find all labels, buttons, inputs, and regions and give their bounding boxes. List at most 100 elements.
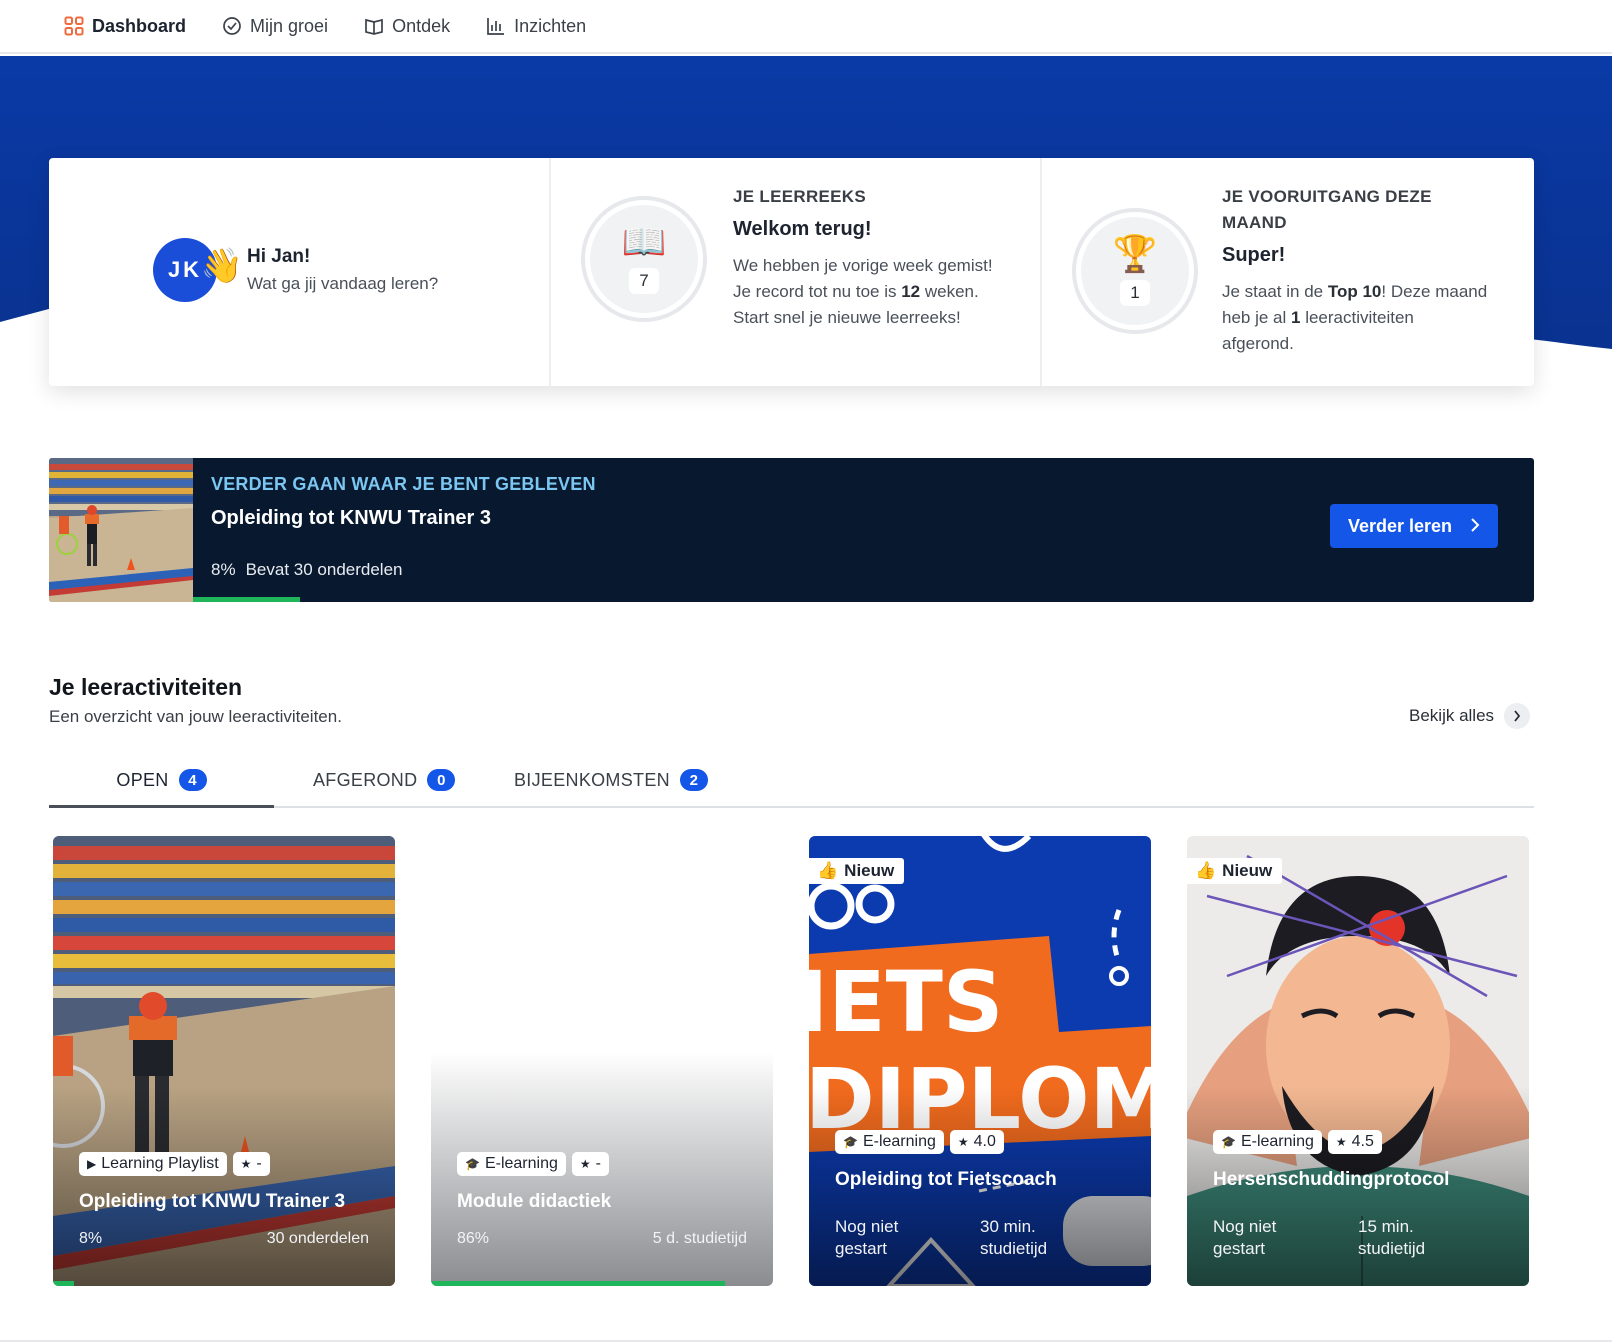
graduation-cap-icon: 🎓 (843, 1135, 858, 1149)
progress-rank: Top 10 (1327, 282, 1382, 301)
star-icon: ★ (957, 1135, 969, 1149)
streak-line: Je record tot nu toe is 12 weken. (733, 279, 1033, 305)
activity-cards: ▶ Learning Playlist ★ - Opleiding tot KNWU… (53, 836, 1529, 1286)
monthly-progress-panel: 🏆 1 JE VOORUITGANG DEZE MAAND Super! Je … (1040, 158, 1534, 386)
type-chip: 🎓 E-learning (1213, 1130, 1322, 1154)
rating-value: - (256, 1155, 262, 1172)
card-progress-percent: 8% (79, 1230, 103, 1247)
type-chip: 🎓 E-learning (835, 1130, 944, 1154)
tab-bijeenkomsten[interactable]: BIJEENKOMSTEN 2 (514, 764, 708, 808)
progress-ring: 🏆 1 (1072, 208, 1198, 334)
card-progress-bar (53, 1281, 74, 1286)
card-title: Opleiding tot Fietscoach (835, 1169, 1057, 1190)
grid-icon (64, 16, 84, 36)
card-progress-percent: 86% (457, 1230, 490, 1247)
rating-value: 4.0 (973, 1133, 996, 1150)
tab-count-badge: 2 (679, 769, 708, 791)
book-icon: 📖 (621, 221, 667, 262)
time-line: 30 min. (980, 1217, 1036, 1236)
book-icon (364, 16, 384, 36)
rating-chip: ★ 4.5 (1327, 1130, 1382, 1154)
card-meta: Nog niet gestart 30 min. studietijd (835, 1216, 1125, 1260)
continue-percent: 8% (211, 560, 236, 579)
continue-learning-banner[interactable]: VERDER GAAN WAAR JE BENT GEBLEVEN Opleid… (49, 458, 1534, 602)
card-status: Nog niet gestart (835, 1216, 980, 1260)
greeting-title: Hi Jan! (247, 246, 311, 267)
streak-body: We hebben je vorige week gemist! Je reco… (733, 253, 1033, 331)
new-badge: 👍 Nieuw (1187, 858, 1283, 884)
nav-item-ontdek[interactable]: Ontdek (364, 16, 450, 37)
section-subtitle: Een overzicht van jouw leeractiviteiten. (49, 707, 342, 726)
greeting-subtitle: Wat ga jij vandaag leren? (247, 274, 439, 293)
star-icon: ★ (240, 1157, 252, 1171)
progress-text: heb je al (1222, 308, 1291, 327)
activity-card[interactable]: 🎓 E-learning ★ - Module didactiek 86% 5 d.… (431, 836, 773, 1286)
card-chips: 🎓 E-learning ★ - (457, 1152, 609, 1176)
avatar-initials: JK (167, 257, 203, 282)
tab-label: BIJEENKOMSTEN (514, 770, 670, 790)
progress-body: Je staat in de Top 10! Deze maand heb je… (1222, 279, 1522, 357)
star-icon: ★ (1335, 1135, 1347, 1149)
card-parts: 30 onderdelen (266, 1230, 369, 1247)
streak-record: 12 (901, 282, 921, 301)
stats-card: JK 👋 Hi Jan! Wat ga jij vandaag leren? 📖… (49, 158, 1534, 386)
type-chip: 🎓 E-learning (457, 1152, 566, 1176)
card-chips: ▶ Learning Playlist ★ - (79, 1152, 270, 1176)
nav-label: Mijn groei (250, 15, 329, 36)
time-line: studietijd (980, 1239, 1048, 1258)
card-title: Opleiding tot KNWU Trainer 3 (79, 1191, 346, 1212)
nav-item-mijn-groei[interactable]: Mijn groei (222, 16, 328, 37)
streak-panel: 📖 7 JE LEERREEKS Welkom terug! We hebben… (549, 158, 1040, 386)
card-meta: Nog niet gestart 15 min. studietijd (1213, 1216, 1503, 1260)
progress-text: ! Deze maand (1381, 282, 1488, 301)
continue-meta: 8% Bevat 30 onderdelen (211, 560, 1534, 580)
badge-label: Nieuw (844, 861, 895, 880)
activity-card[interactable]: 👍 Nieuw 🎓 E-learning ★ 4.5 Hersenschuddingp… (1187, 836, 1529, 1286)
star-icon: ★ (579, 1157, 591, 1171)
card-chips: 🎓 E-learning ★ 4.0 (835, 1130, 1004, 1154)
streak-heading: Welkom terug! (733, 218, 872, 240)
card-title: Module didactiek (457, 1191, 612, 1212)
streak-label: JE LEERREEKS (733, 187, 867, 206)
card-art-text: IETS (809, 953, 1003, 1051)
continue-learning-button[interactable]: Verder leren (1330, 504, 1498, 548)
tab-afgerond[interactable]: AFGEROND 0 (313, 764, 456, 808)
streak-line: We hebben je vorige week gemist! (733, 256, 993, 275)
graduation-cap-icon: 🎓 (1221, 1135, 1236, 1149)
nav-item-inzichten[interactable]: Inzichten (486, 16, 586, 37)
card-chips: 🎓 E-learning ★ 4.5 (1213, 1130, 1382, 1154)
avatar[interactable]: JK 👋 (153, 238, 243, 302)
progress-label-line: MAAND (1222, 213, 1287, 232)
rating-value: - (595, 1155, 601, 1172)
nav-label: Inzichten (514, 15, 587, 36)
tab-count-badge: 4 (178, 769, 207, 791)
course-thumbnail (49, 458, 193, 602)
progress-line: heb je al 1 leeractiviteiten (1222, 305, 1522, 331)
greeting-panel: JK 👋 Hi Jan! Wat ga jij vandaag leren? (49, 158, 549, 386)
continue-kicker: VERDER GAAN WAAR JE BENT GEBLEVEN (211, 474, 596, 494)
chevron-right-icon (1470, 516, 1480, 537)
card-progress-bar (431, 1281, 725, 1286)
card-image (431, 836, 773, 1286)
see-all-link[interactable]: Bekijk alles (1409, 703, 1531, 729)
status-line: Nog niet (1213, 1217, 1277, 1236)
card-study-time: 15 min. studietijd (1358, 1216, 1503, 1260)
status-line: Nog niet (835, 1217, 899, 1236)
new-badge: 👍 Nieuw (809, 858, 905, 884)
tab-count-badge: 0 (427, 769, 456, 791)
progress-line: Je staat in de Top 10! Deze maand (1222, 279, 1522, 305)
progress-count: 1 (1120, 280, 1150, 306)
chart-icon (486, 16, 506, 36)
progress-line: afgerond. (1222, 334, 1294, 353)
continue-progress-bar (193, 597, 300, 602)
rating-value: 4.5 (1351, 1133, 1374, 1150)
card-status: Nog niet gestart (1213, 1216, 1358, 1260)
nav-item-dashboard[interactable]: Dashboard (64, 16, 186, 37)
tab-open[interactable]: OPEN 4 (49, 764, 274, 808)
card-title: Hersenschuddingprotocol (1213, 1169, 1450, 1190)
rating-chip: ★ - (232, 1152, 270, 1176)
activity-card[interactable]: IETS DIPLOM 👍Nieuw 🎓E-learning ★4.0 Ople… (809, 836, 1151, 1286)
progress-label-line: JE VOORUITGANG DEZE (1222, 187, 1432, 206)
growth-icon (222, 16, 242, 36)
activity-card[interactable]: ▶ Learning Playlist ★ - Opleiding tot KNWU… (53, 836, 395, 1286)
